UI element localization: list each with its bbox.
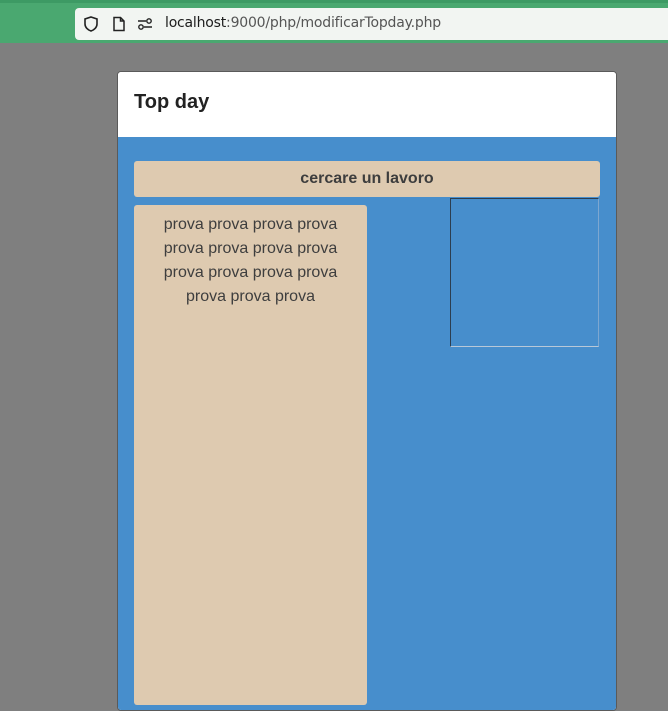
modal-body: cercare un lavoro prova prova prova prov… [118,137,616,710]
url-host: localhost [165,15,227,31]
page-icon[interactable] [111,16,127,32]
top-day-modal: Top day cercare un lavoro prova prova pr… [117,71,617,711]
url-path: :9000/php/modificarTopday.php [226,15,441,31]
search-job-button[interactable]: cercare un lavoro [134,161,600,197]
address-bar[interactable]: localhost:9000/php/modificarTopday.php [75,8,668,40]
modal-title: Top day [134,91,210,113]
description-textarea[interactable]: prova prova prova prova prova prova prov… [134,205,367,705]
browser-toolbar: localhost:9000/php/modificarTopday.php [0,0,668,43]
connection-settings-icon[interactable] [137,16,153,32]
image-preview [450,198,599,347]
shield-icon[interactable] [83,16,99,32]
modal-header: Top day [118,72,616,137]
url-text[interactable]: localhost:9000/php/modificarTopday.php [165,15,441,31]
